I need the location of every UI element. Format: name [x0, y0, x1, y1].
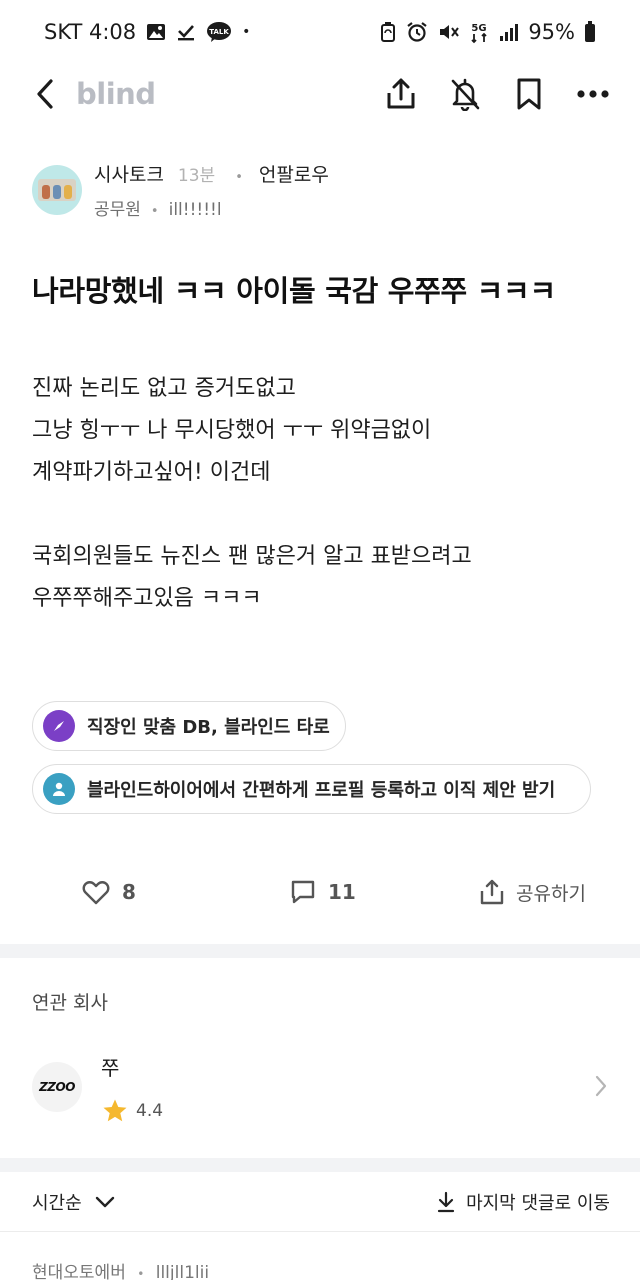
hire-promo-chip[interactable]: 블라인드하이어에서 간편하게 프로필 등록하고 이직 제안 받기 — [32, 764, 591, 814]
comment-icon — [291, 880, 315, 904]
section-divider — [0, 1158, 640, 1172]
author-name[interactable]: 시사토크 — [94, 160, 164, 187]
post-title: 나라망했네 ㅋㅋ 아이돌 국감 우쭈쭈 ㅋㅋㅋ — [32, 274, 556, 308]
blind-logo: blind — [76, 77, 156, 111]
company-name: 쭈 — [101, 1056, 120, 1080]
alarm-icon — [406, 21, 428, 43]
status-dot: • — [242, 24, 251, 40]
comment-button[interactable]: 11 — [290, 866, 356, 918]
heart-icon — [82, 881, 110, 905]
svg-text:5G: 5G — [472, 23, 487, 34]
mute-icon — [437, 21, 460, 43]
author-company: 공무원 — [94, 200, 141, 220]
bookmark-icon[interactable] — [512, 74, 546, 114]
related-company-card[interactable]: ZZOO 쭈 4.4 — [32, 1050, 612, 1130]
battery-icon — [584, 21, 596, 43]
author-meta: 공무원 • ill!!!!!l — [94, 195, 222, 220]
separator-dot: • — [150, 204, 159, 219]
bell-off-icon[interactable] — [448, 74, 482, 114]
status-bar: SKT 4:08 TALK • 5G 95% — [0, 0, 640, 64]
chip-label: 블라인드하이어에서 간편하게 프로필 등록하고 이직 제안 받기 — [87, 780, 556, 801]
status-right: 5G 95% — [379, 20, 596, 44]
separator-dot: • — [137, 1267, 145, 1280]
sort-dropdown[interactable]: 시간순 — [32, 1189, 116, 1215]
unfollow-button[interactable]: 언팔로우 — [259, 160, 329, 187]
carrier-time: SKT 4:08 — [44, 20, 137, 44]
jump-to-last-comment-button[interactable]: 마지막 댓글로 이동 — [436, 1189, 610, 1215]
comment-author-meta: 현대오토에버 • llljll1lii — [32, 1258, 209, 1280]
comment-count: 11 — [328, 880, 356, 904]
company-logo: ZZOO — [32, 1062, 82, 1112]
share-icon — [480, 879, 504, 905]
jump-label: 마지막 댓글로 이동 — [466, 1192, 610, 1214]
related-company-title: 연관 회사 — [32, 992, 108, 1014]
tarot-promo-chip[interactable]: 직장인 맞춤 DB, 블라인드 타로 — [32, 701, 346, 751]
rating-value: 4.4 — [136, 1101, 164, 1121]
post-actions: 8 11 공유하기 — [0, 866, 640, 918]
person-icon — [43, 773, 75, 805]
like-count: 8 — [122, 880, 136, 904]
comment-company: 현대오토에버 — [32, 1263, 126, 1280]
recycle-icon — [379, 21, 397, 43]
post-time: 13분 — [177, 166, 216, 186]
more-icon[interactable] — [576, 74, 610, 114]
section-divider — [0, 944, 640, 958]
chevron-down-icon — [95, 1196, 114, 1207]
svg-text:TALK: TALK — [209, 28, 229, 36]
gallery-icon — [146, 23, 166, 41]
share-icon[interactable] — [384, 74, 418, 114]
post-author: 시사토크 13분 • 언팔로우 공무원 • ill!!!!!l — [32, 160, 612, 224]
download-arrow-icon — [437, 1191, 455, 1212]
5g-icon: 5G — [468, 20, 490, 44]
company-rating: 4.4 — [102, 1098, 163, 1124]
chip-label: 직장인 맞춤 DB, 블라인드 타로 — [87, 717, 330, 738]
chevron-right-icon — [595, 1075, 607, 1097]
back-icon[interactable] — [34, 74, 64, 114]
share-label: 공유하기 — [516, 882, 586, 905]
app-bar-actions — [384, 74, 610, 114]
status-left: SKT 4:08 TALK • — [44, 20, 250, 44]
comment-nickname: llljll1lii — [155, 1263, 210, 1280]
avatar[interactable] — [32, 165, 82, 215]
comment-sort-bar: 시간순 마지막 댓글로 이동 — [0, 1172, 640, 1232]
battery-percent: 95% — [528, 20, 575, 44]
post-body: 진짜 논리도 없고 증거도없고 그냥 힝ㅜㅜ 나 무시당했어 ㅜㅜ 위약금없이 … — [32, 376, 472, 611]
author-nickname: ill!!!!!l — [168, 200, 222, 220]
sort-label: 시간순 — [32, 1192, 82, 1214]
talk-icon: TALK — [206, 21, 232, 43]
share-button[interactable]: 공유하기 — [480, 866, 586, 918]
separator-dot: • — [235, 170, 243, 185]
author-line: 시사토크 13분 • 언팔로우 — [94, 160, 329, 187]
compass-icon — [43, 710, 75, 742]
like-button[interactable]: 8 — [82, 866, 136, 918]
star-icon — [103, 1099, 127, 1122]
app-bar: blind — [0, 64, 640, 124]
signal-icon — [499, 22, 519, 42]
check-icon — [176, 22, 196, 42]
